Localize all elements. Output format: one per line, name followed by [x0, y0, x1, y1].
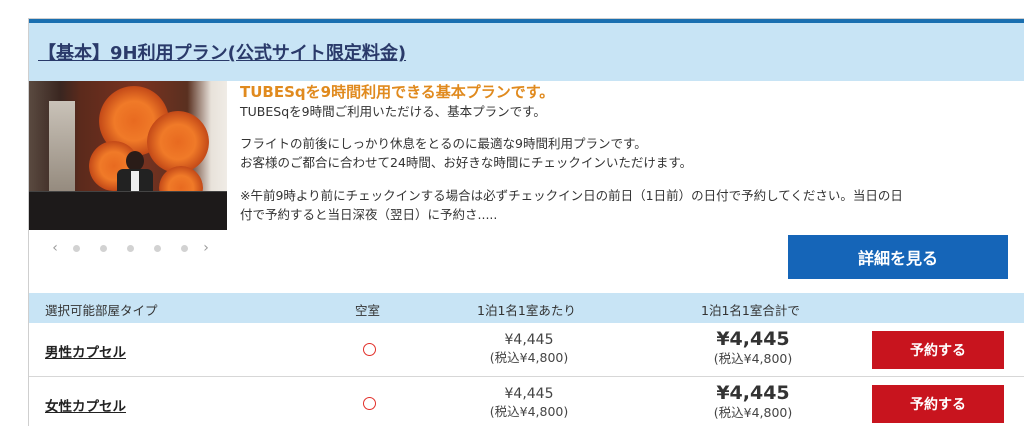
- view-details-button[interactable]: 詳細を見る: [788, 235, 1008, 279]
- room-row: 男性カプセル ¥4,445 (税込¥4,800) ¥4,445 (税込¥4,80…: [29, 323, 1024, 377]
- plan-description-line: お客様のご都合に合わせて24時間、お好きな時間にチェックインいただけます。: [240, 155, 693, 170]
- header-availability: 空室: [355, 303, 381, 318]
- availability-circle-icon: [363, 397, 376, 410]
- plan-description: TUBESqを9時間利用できる基本プランです。 TUBESqを9時間ご利用いただ…: [240, 83, 1010, 224]
- book-button[interactable]: 予約する: [872, 331, 1004, 369]
- carousel-dot[interactable]: [127, 244, 134, 252]
- price-per-person-tax: (税込¥4,800): [489, 404, 569, 419]
- carousel-next-icon[interactable]: ›: [198, 240, 214, 256]
- plan-photo[interactable]: [29, 81, 227, 230]
- photo-staff-shirt: [131, 171, 139, 193]
- price-per-person-value: ¥4,445: [504, 332, 554, 348]
- price-total-tax: (税込¥4,800): [713, 405, 793, 420]
- carousel-dot[interactable]: [181, 244, 188, 252]
- room-table-header: 選択可能部屋タイプ 空室 1泊1名1室あたり 1泊1名1室合計で: [29, 293, 1024, 323]
- price-per-person-tax: (税込¥4,800): [489, 350, 569, 365]
- carousel-dot[interactable]: [154, 244, 161, 252]
- photo-counter: [29, 192, 227, 230]
- room-name-link[interactable]: 女性カプセル: [45, 395, 126, 415]
- price-total-value: ¥4,445: [716, 328, 790, 350]
- room-name-link[interactable]: 男性カプセル: [45, 341, 126, 361]
- room-row: 女性カプセル ¥4,445 (税込¥4,800) ¥4,445 (税込¥4,80…: [29, 377, 1024, 426]
- plan-description-line: TUBESqを9時間ご利用いただける、基本プランです。: [240, 104, 546, 119]
- price-total: ¥4,445 (税込¥4,800): [683, 327, 823, 367]
- header-room-type: 選択可能部屋タイプ: [45, 303, 158, 318]
- plan-description-line: ※午前9時より前にチェックインする場合は必ずチェックイン日の前日（1日前）の日付…: [240, 188, 903, 203]
- price-total-value: ¥4,445: [716, 382, 790, 404]
- plan-header: 【基本】9H利用プラン(公式サイト限定料金): [29, 23, 1024, 81]
- book-button[interactable]: 予約する: [872, 385, 1004, 423]
- carousel-dot[interactable]: [100, 244, 107, 252]
- carousel-nav: ‹ ›: [47, 240, 227, 256]
- plan-description-line: フライトの前後にしっかり休息をとるのに最適な9時間利用プランです。: [240, 136, 647, 151]
- price-total: ¥4,445 (税込¥4,800): [683, 381, 823, 421]
- carousel-dot[interactable]: [73, 244, 80, 252]
- header-total: 1泊1名1室合計で: [701, 303, 800, 318]
- photo-staff-head: [126, 151, 144, 171]
- plan-card: 【基本】9H利用プラン(公式サイト限定料金) ‹ › TUBESqを9時間利用で…: [28, 18, 1024, 426]
- price-per-person: ¥4,445 (税込¥4,800): [459, 331, 599, 367]
- plan-title-link[interactable]: 【基本】9H利用プラン(公式サイト限定料金): [38, 39, 406, 65]
- plan-description-line: 付で予約すると当日深夜（翌日）に予約さ.....: [240, 207, 498, 222]
- photo-flower-art: [147, 111, 209, 173]
- availability-circle-icon: [363, 343, 376, 356]
- price-total-tax: (税込¥4,800): [713, 351, 793, 366]
- header-per-person: 1泊1名1室あたり: [477, 303, 576, 318]
- price-per-person-value: ¥4,445: [504, 386, 554, 402]
- price-per-person: ¥4,445 (税込¥4,800): [459, 385, 599, 421]
- carousel-prev-icon[interactable]: ‹: [47, 240, 63, 256]
- plan-headline: TUBESqを9時間利用できる基本プランです。: [240, 83, 555, 101]
